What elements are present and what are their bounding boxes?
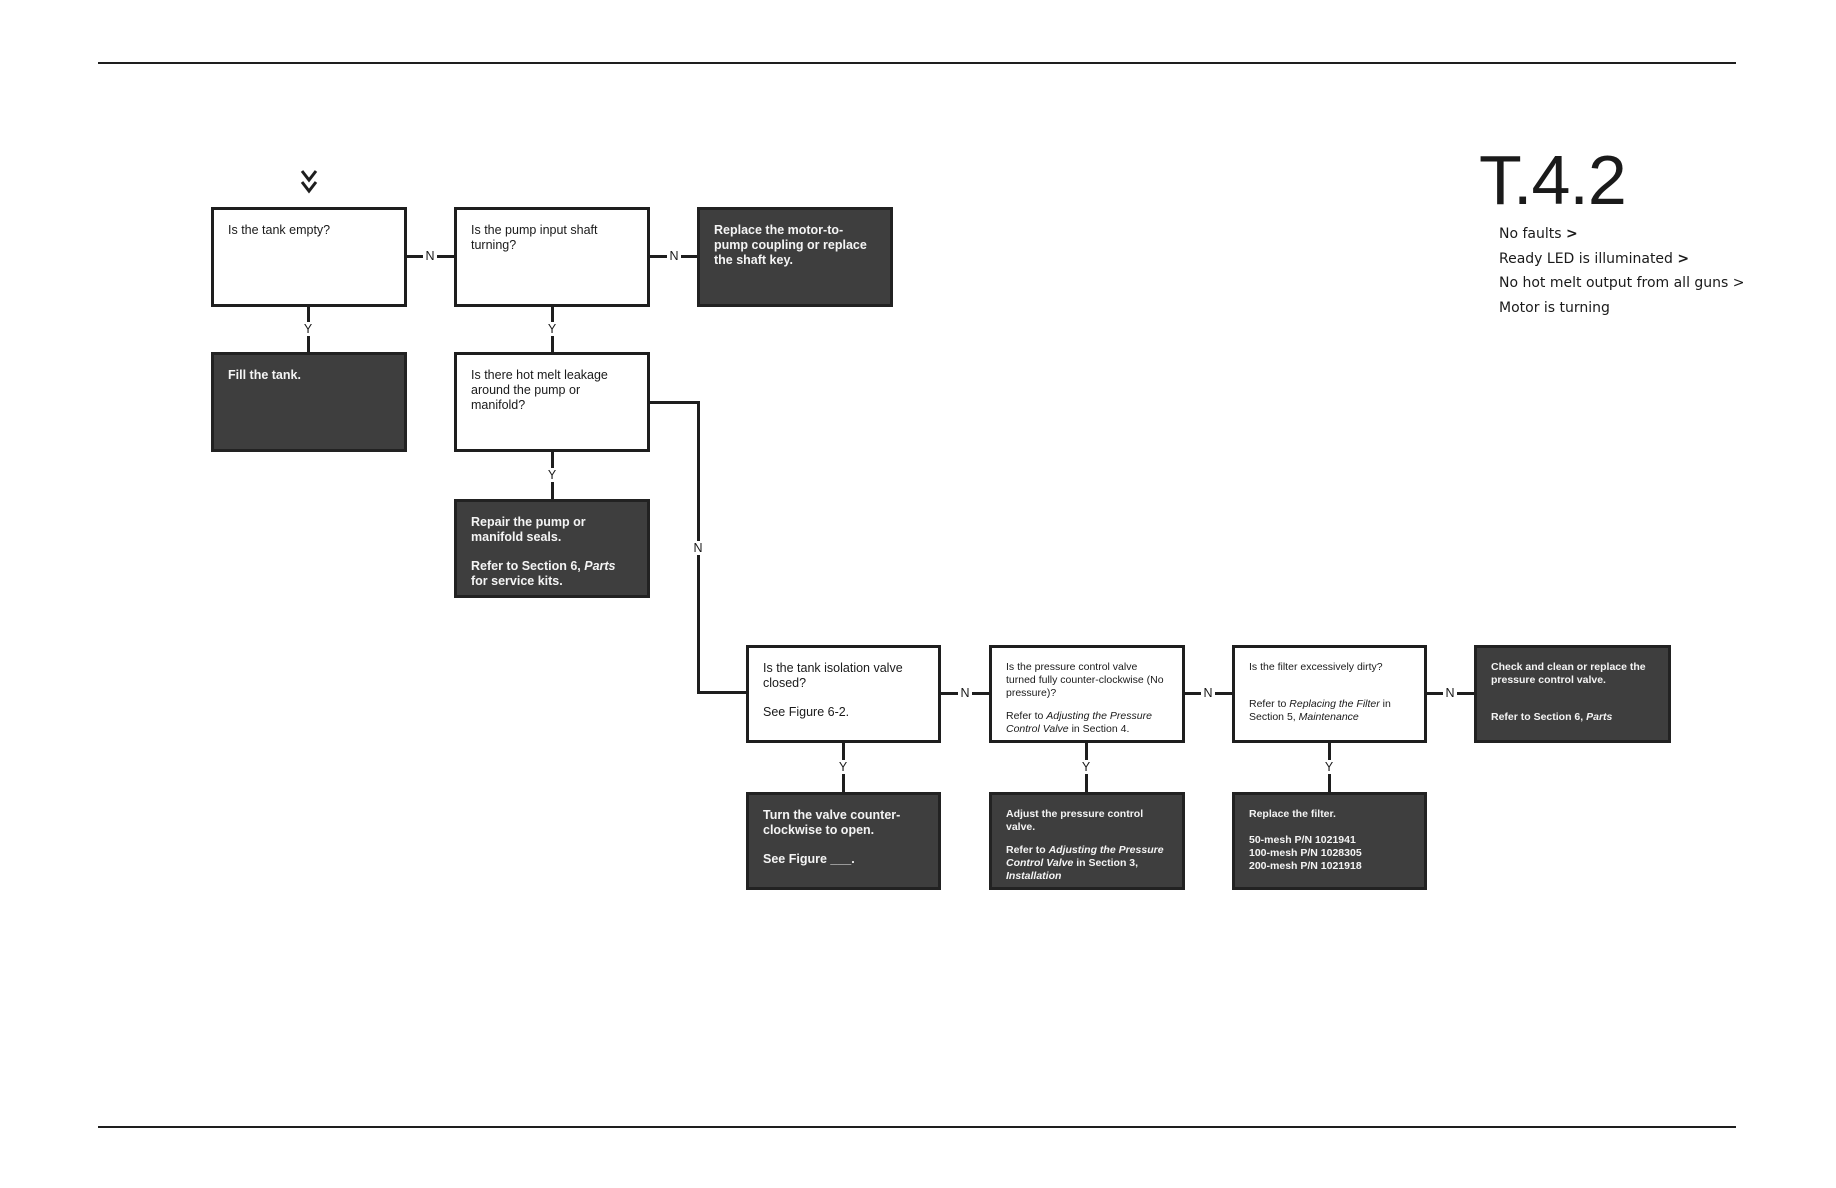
header-rule [98,62,1736,64]
part-number: 50-mesh P/N 1021941 [1249,834,1356,846]
no-label: N [423,249,437,263]
page-title: T.4.2 [1479,141,1627,219]
no-label: N [958,686,972,700]
question-shaft-turning: Is the pump input shaft turning? [454,207,650,307]
part-number: 200-mesh P/N 1021918 [1249,860,1362,872]
question-pressure-valve: Is the pressure control valve turned ful… [989,645,1185,743]
yes-label: Y [545,322,559,336]
double-chevron-down-icon [300,170,318,194]
question-leakage: Is there hot melt leakage around the pum… [454,352,650,452]
part-number: 100-mesh P/N 1028305 [1249,847,1362,859]
action-replace-coupling: Replace the motor-to-pump coupling or re… [697,207,893,307]
no-label: N [691,541,705,555]
question-isolation-valve: Is the tank isolation valve closed? See … [746,645,941,743]
condition-item: Motor is turning [1499,300,1610,316]
action-fill-tank: Fill the tank. [211,352,407,452]
chevron-right-icon: > [1677,251,1690,267]
action-turn-valve: Turn the valve counter-clockwise to open… [746,792,941,890]
action-adjust-valve: Adjust the pressure control valve. Refer… [989,792,1185,890]
yes-label: Y [1322,760,1336,774]
footer-rule [98,1126,1736,1128]
action-repair-seals: Repair the pump or manifold seals. Refer… [454,499,650,598]
condition-item: No hot melt output from all guns > [1499,275,1745,291]
action-replace-filter: Replace the filter. 50-mesh P/N 1021941 … [1232,792,1427,890]
no-label: N [1443,686,1457,700]
chevron-right-icon: > [1566,226,1578,242]
connector-line [650,401,700,404]
chevron-right-icon: > [1732,275,1745,291]
no-label: N [1201,686,1215,700]
yes-label: Y [836,760,850,774]
yes-label: Y [301,322,315,336]
condition-item: Ready LED is illuminated > [1499,251,1690,267]
yes-label: Y [545,468,559,482]
connector-line [697,691,746,694]
condition-item: No faults > [1499,226,1578,242]
yes-label: Y [1079,760,1093,774]
question-tank-empty: Is the tank empty? [211,207,407,307]
no-label: N [667,249,681,263]
question-filter-dirty: Is the filter excessively dirty? Refer t… [1232,645,1427,743]
action-check-valve: Check and clean or replace the pressure … [1474,645,1671,743]
